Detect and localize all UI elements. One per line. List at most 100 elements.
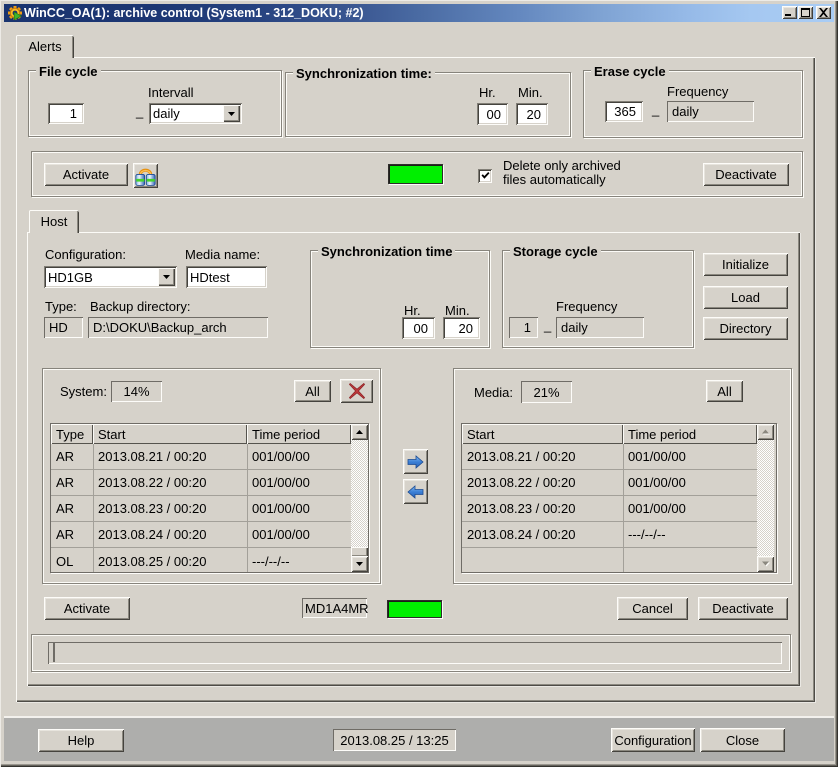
- frequency-label-erase: Frequency: [667, 84, 728, 99]
- media-cell[interactable]: ---/--/--: [623, 522, 757, 548]
- media-cell[interactable]: [462, 548, 623, 574]
- initialize-button[interactable]: Initialize: [703, 253, 788, 276]
- system-cell[interactable]: 2013.08.21 / 00:20: [93, 444, 247, 470]
- system-cell[interactable]: 001/00/00: [247, 470, 351, 496]
- red-x-icon: [349, 383, 365, 399]
- erase-cycle-value-input[interactable]: 365: [605, 101, 643, 122]
- delete-archived-label-line2: files automatically: [503, 173, 621, 187]
- cancel-button[interactable]: Cancel: [617, 597, 688, 620]
- system-cell[interactable]: 001/00/00: [247, 496, 351, 522]
- copy-to-system-button[interactable]: [403, 479, 428, 504]
- configuration-button[interactable]: Configuration: [611, 728, 695, 752]
- system-all-button[interactable]: All: [294, 380, 331, 402]
- erase-frequency-field: daily: [667, 101, 754, 122]
- scroll-down-button[interactable]: [351, 556, 368, 572]
- system-col-period[interactable]: Time period: [247, 424, 351, 444]
- hr-value-top: 00: [487, 107, 501, 122]
- scrollbar-track[interactable]: [351, 440, 368, 556]
- host-activate-button[interactable]: Activate: [44, 597, 130, 620]
- media-col-period[interactable]: Time period: [623, 424, 757, 444]
- system-cell[interactable]: AR: [51, 496, 93, 522]
- media-cell[interactable]: [623, 548, 757, 574]
- scroll-up-button[interactable]: [757, 424, 774, 440]
- directory-label: Directory: [719, 321, 771, 336]
- erase-frequency-value: daily: [672, 104, 699, 119]
- cancel-label: Cancel: [632, 601, 672, 616]
- file-cycle-value: 1: [70, 106, 77, 121]
- system-cell[interactable]: 2013.08.24 / 00:20: [93, 522, 247, 548]
- minimize-icon: [784, 8, 795, 17]
- media-col-start[interactable]: Start: [462, 424, 623, 444]
- maximize-button[interactable]: [798, 6, 813, 19]
- media-cell[interactable]: 2013.08.23 / 00:20: [462, 496, 623, 522]
- system-col-type[interactable]: Type: [51, 424, 93, 444]
- min-input-host[interactable]: 20: [443, 317, 480, 339]
- system-cell[interactable]: 2013.08.22 / 00:20: [93, 470, 247, 496]
- storage-cycle-title: Storage cycle: [510, 244, 601, 259]
- configuration-select[interactable]: HD1GB: [44, 266, 177, 288]
- intervall-value: daily: [153, 106, 180, 121]
- media-id-value: MD1A4MR: [305, 601, 369, 616]
- system-cell[interactable]: ---/--/--: [247, 548, 351, 574]
- copy-to-media-button[interactable]: [403, 449, 428, 474]
- directory-button[interactable]: Directory: [703, 317, 788, 340]
- hr-input-top[interactable]: 00: [477, 103, 508, 125]
- media-cell[interactable]: 2013.08.21 / 00:20: [462, 444, 623, 470]
- system-cell[interactable]: AR: [51, 444, 93, 470]
- close-dialog-button[interactable]: Close: [700, 728, 785, 752]
- triangle-up-icon: [761, 429, 770, 435]
- alert-activate-button[interactable]: Activate: [44, 163, 128, 186]
- hr-input-host[interactable]: 00: [402, 317, 435, 339]
- close-button[interactable]: [816, 6, 831, 19]
- host-deactivate-label: Deactivate: [712, 601, 773, 616]
- min-value-top: 20: [527, 107, 541, 122]
- media-name-input[interactable]: HDtest: [186, 266, 267, 288]
- min-input-top[interactable]: 20: [516, 103, 548, 125]
- intervall-dropdown-button[interactable]: [223, 105, 240, 122]
- media-cell[interactable]: 001/00/00: [623, 444, 757, 470]
- media-all-button[interactable]: All: [706, 380, 743, 402]
- datetime-value: 2013.08.25 / 13:25: [340, 733, 448, 748]
- system-cell[interactable]: AR: [51, 470, 93, 496]
- system-col-start[interactable]: Start: [93, 424, 247, 444]
- scroll-up-button[interactable]: [351, 424, 368, 440]
- system-cell[interactable]: 2013.08.23 / 00:20: [93, 496, 247, 522]
- host-deactivate-button[interactable]: Deactivate: [698, 597, 788, 620]
- media-cell[interactable]: 001/00/00: [623, 470, 757, 496]
- delete-archived-checkbox[interactable]: [478, 169, 492, 183]
- system-cell[interactable]: AR: [51, 522, 93, 548]
- configuration-dropdown-button[interactable]: [158, 268, 175, 286]
- backup-directory-field: D:\DOKU\Backup_arch: [88, 317, 268, 338]
- minimize-button[interactable]: [782, 6, 797, 19]
- load-button[interactable]: Load: [703, 286, 788, 309]
- media-cell[interactable]: 001/00/00: [623, 496, 757, 522]
- min-value-host: 20: [459, 321, 473, 336]
- media-cell[interactable]: 2013.08.24 / 00:20: [462, 522, 623, 548]
- storage-separator: _: [544, 318, 551, 333]
- storage-frequency-field: daily: [556, 317, 644, 338]
- type-field: HD: [44, 317, 83, 338]
- file-cycle-value-input[interactable]: 1: [48, 103, 84, 124]
- tab-alerts[interactable]: Alerts: [16, 35, 74, 58]
- scrollbar-track[interactable]: [757, 440, 774, 556]
- system-delete-button[interactable]: [340, 379, 373, 403]
- system-table-scrollbar[interactable]: [351, 424, 368, 572]
- alert-deactivate-button[interactable]: Deactivate: [703, 163, 789, 186]
- window-title: WinCC_OA(1): archive control (System1 - …: [24, 6, 364, 20]
- media-cell[interactable]: 2013.08.22 / 00:20: [462, 470, 623, 496]
- intervall-select[interactable]: daily: [149, 103, 242, 124]
- tab-host[interactable]: Host: [29, 210, 79, 233]
- system-cell[interactable]: OL: [51, 548, 93, 574]
- help-button[interactable]: Help: [38, 729, 124, 752]
- media-table-scrollbar[interactable]: [757, 424, 774, 572]
- title-bar[interactable]: WinCC_OA(1): archive control (System1 - …: [4, 4, 834, 22]
- system-cell[interactable]: 2013.08.25 / 00:20: [93, 548, 247, 574]
- system-cell[interactable]: 001/00/00: [247, 522, 351, 548]
- min-label-host: Min.: [445, 303, 470, 318]
- sync-time-top-title: Synchronization time:: [293, 66, 435, 81]
- system-cell[interactable]: 001/00/00: [247, 444, 351, 470]
- tab-alerts-label: Alerts: [28, 39, 61, 54]
- scroll-down-button[interactable]: [757, 556, 774, 572]
- archive-link-button[interactable]: [133, 163, 158, 188]
- arrow-left-icon: [407, 485, 424, 499]
